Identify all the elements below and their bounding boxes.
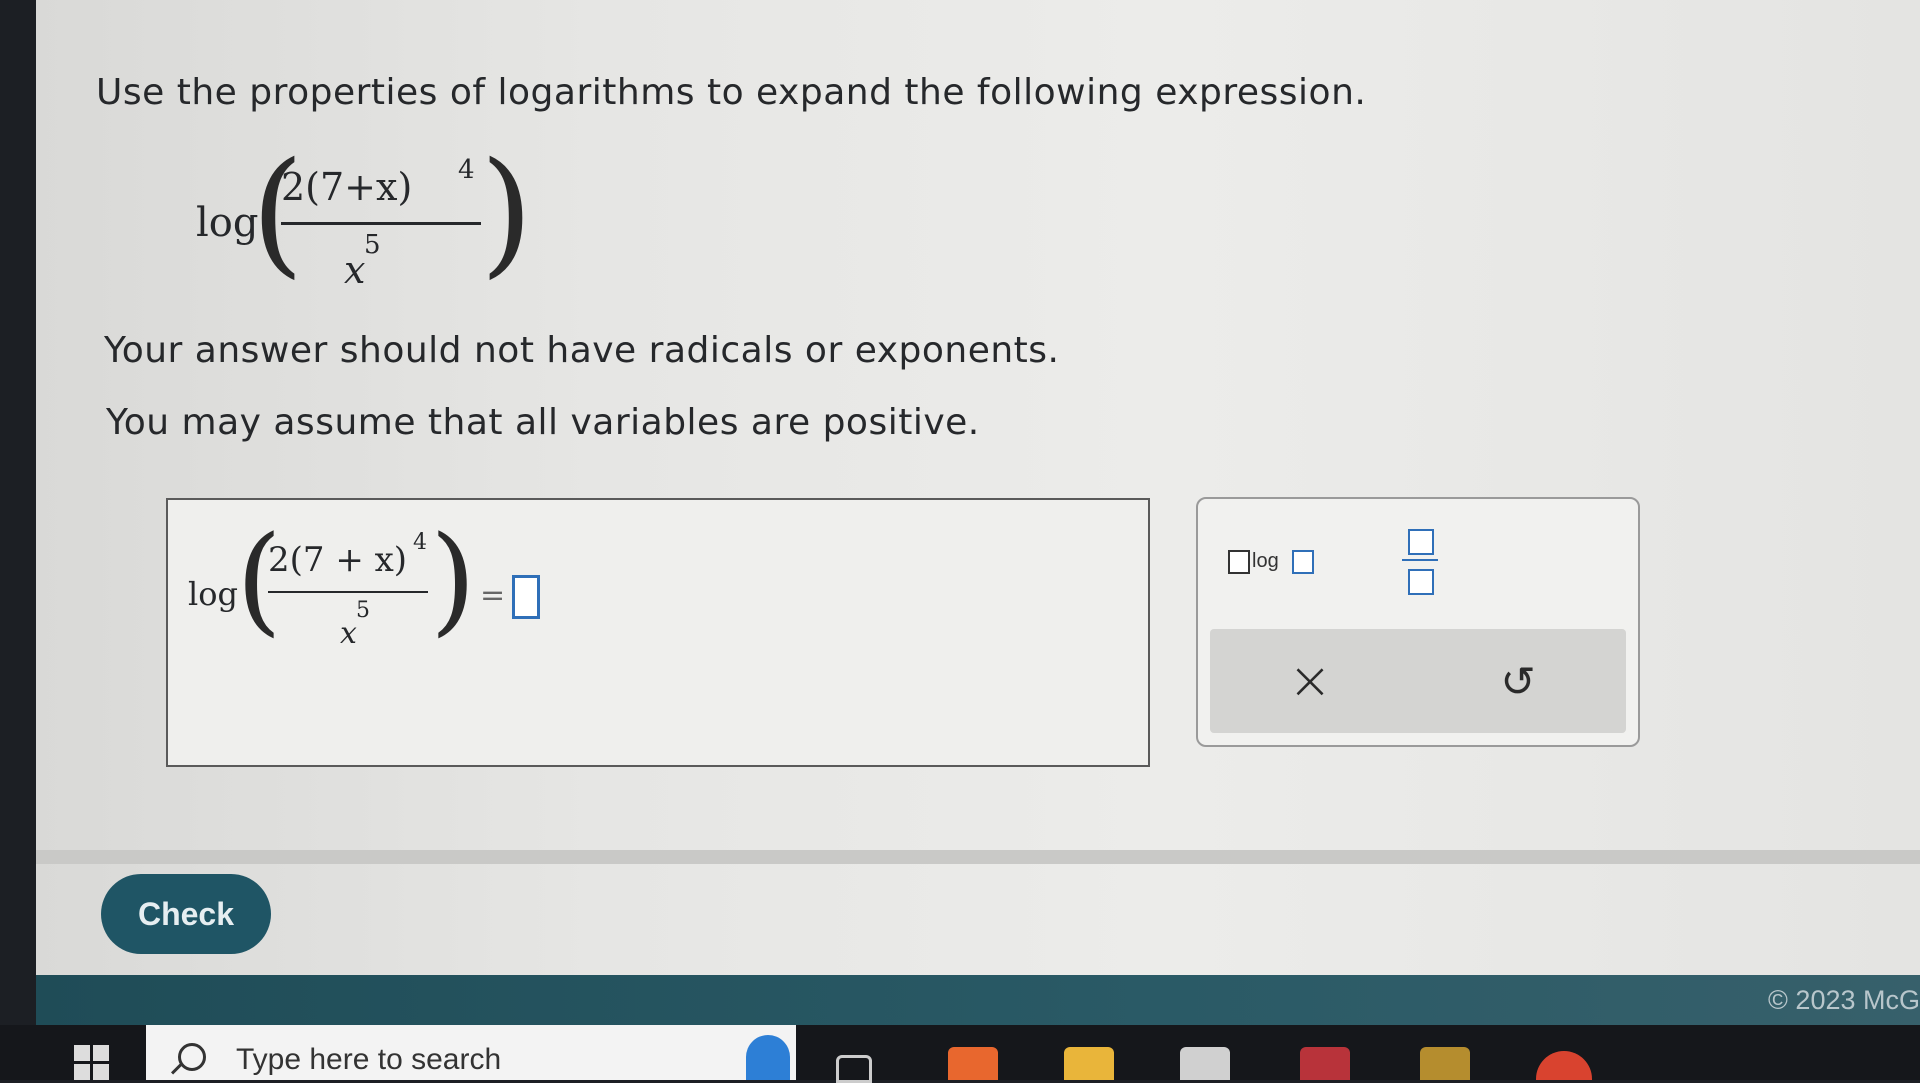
left-paren: ( [251, 134, 305, 292]
clear-button[interactable]: × [1280, 651, 1340, 711]
palette-actions: × ↺ [1210, 629, 1626, 733]
access-icon[interactable] [1300, 1047, 1350, 1080]
copyright-text: © 2023 McG [1768, 985, 1920, 1015]
log-label: log [1252, 550, 1279, 572]
denominator-box [1408, 569, 1434, 595]
numerator-exponent: 4 [458, 155, 475, 185]
firefox-icon[interactable] [948, 1047, 998, 1080]
base-box [1228, 550, 1250, 574]
file-explorer-icon[interactable] [1064, 1047, 1114, 1080]
answer-input-area[interactable]: log ( 2(7 + x) 4 x 5 ) = [166, 498, 1150, 767]
search-icon-handle [170, 1062, 184, 1075]
given-expression: log ( 2(7+x) 4 x 5 ) [196, 134, 556, 300]
positive-variables-note: You may assume that all variables are po… [106, 402, 980, 443]
numerator: 2(7+x) [281, 165, 413, 209]
fraction-bar [268, 591, 428, 593]
question-page: Use the properties of logarithms to expa… [36, 0, 1920, 975]
chrome-icon[interactable] [1536, 1051, 1592, 1080]
answer-expression: log ( 2(7 + x) 4 x 5 ) = [188, 510, 588, 670]
search-icon [178, 1043, 206, 1071]
answer-blank-input[interactable] [512, 575, 540, 619]
store-icon[interactable] [1180, 1047, 1230, 1080]
excel-icon[interactable] [1420, 1047, 1470, 1080]
fraction-bar [281, 222, 481, 225]
check-button[interactable]: Check [101, 874, 271, 954]
section-divider [36, 850, 1920, 864]
log-function: log [188, 575, 238, 613]
right-paren: ) [480, 134, 534, 292]
denominator: x [340, 616, 357, 651]
argument-box [1292, 550, 1314, 574]
denominator-exponent: 5 [356, 598, 370, 623]
numerator: 2(7 + x) [268, 540, 408, 580]
numerator-box [1408, 529, 1434, 555]
task-view-icon[interactable] [836, 1055, 872, 1083]
taskbar-search-box[interactable]: Type here to search [146, 1025, 796, 1080]
windows-icon[interactable] [74, 1045, 110, 1080]
right-paren: ) [430, 510, 477, 648]
undo-icon: ↺ [1500, 656, 1536, 706]
no-radicals-note: Your answer should not have radicals or … [104, 330, 1060, 371]
instruction-text: Use the properties of logarithms to expa… [96, 72, 1367, 113]
log-function: log [196, 200, 259, 246]
undo-button[interactable]: ↺ [1488, 651, 1548, 711]
fraction-bar [1402, 559, 1438, 561]
denominator: x [344, 248, 366, 292]
footer-bar: © 2023 McG [36, 975, 1920, 1025]
close-icon: × [1288, 651, 1332, 711]
copilot-icon[interactable] [746, 1035, 790, 1080]
equals-sign: = [480, 578, 506, 613]
search-placeholder: Type here to search [236, 1043, 502, 1076]
fraction-template-button[interactable] [1398, 529, 1442, 599]
denominator-exponent: 5 [364, 230, 381, 260]
log-template-button[interactable]: log [1228, 544, 1328, 584]
numerator-exponent: 4 [413, 530, 427, 555]
math-palette: log × ↺ [1196, 497, 1640, 747]
windows-taskbar: Type here to search [0, 1025, 1920, 1083]
